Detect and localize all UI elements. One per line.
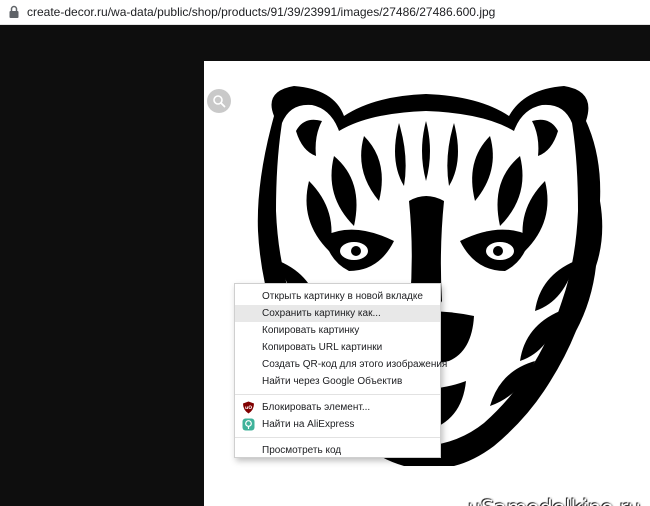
menu-item-find-aliexpress-label: Найти на AliExpress	[262, 419, 355, 430]
menu-item-inspect[interactable]: Просмотреть код	[235, 442, 440, 459]
url-text[interactable]: create-decor.ru/wa-data/public/shop/prod…	[27, 5, 495, 19]
ublock-shield-icon: uO	[243, 401, 254, 414]
zoom-button[interactable]	[207, 89, 231, 113]
menu-item-block-element[interactable]: uO Блокировать элемент...	[235, 399, 440, 416]
menu-item-block-element-label: Блокировать элемент...	[262, 402, 371, 413]
menu-item-find-aliexpress[interactable]: Найти на AliExpress	[235, 416, 440, 433]
menu-item-copy-image[interactable]: Копировать картинку	[235, 322, 440, 339]
watermark: uSamodelkino.ru	[468, 496, 641, 506]
menu-separator	[235, 437, 440, 438]
svg-text:uO: uO	[245, 405, 252, 411]
context-menu: Открыть картинку в новой вкладке Сохрани…	[234, 283, 447, 459]
aliexpress-helper-icon	[242, 418, 255, 431]
menu-item-save-image-as[interactable]: Сохранить картинку как...	[235, 305, 440, 322]
address-bar[interactable]: create-decor.ru/wa-data/public/shop/prod…	[0, 0, 650, 25]
lock-icon	[9, 5, 19, 18]
browser-window: create-decor.ru/wa-data/public/shop/prod…	[0, 0, 650, 506]
menu-separator	[235, 394, 440, 395]
menu-item-open-image-new-tab[interactable]: Открыть картинку в новой вкладке	[235, 288, 440, 305]
magnifier-icon	[213, 95, 226, 108]
menu-item-create-qr-code[interactable]: Создать QR-код для этого изображения	[235, 356, 447, 373]
menu-item-copy-image-url[interactable]: Копировать URL картинки	[235, 339, 440, 356]
menu-item-search-google-lens[interactable]: Найти через Google Объектив	[235, 373, 440, 390]
